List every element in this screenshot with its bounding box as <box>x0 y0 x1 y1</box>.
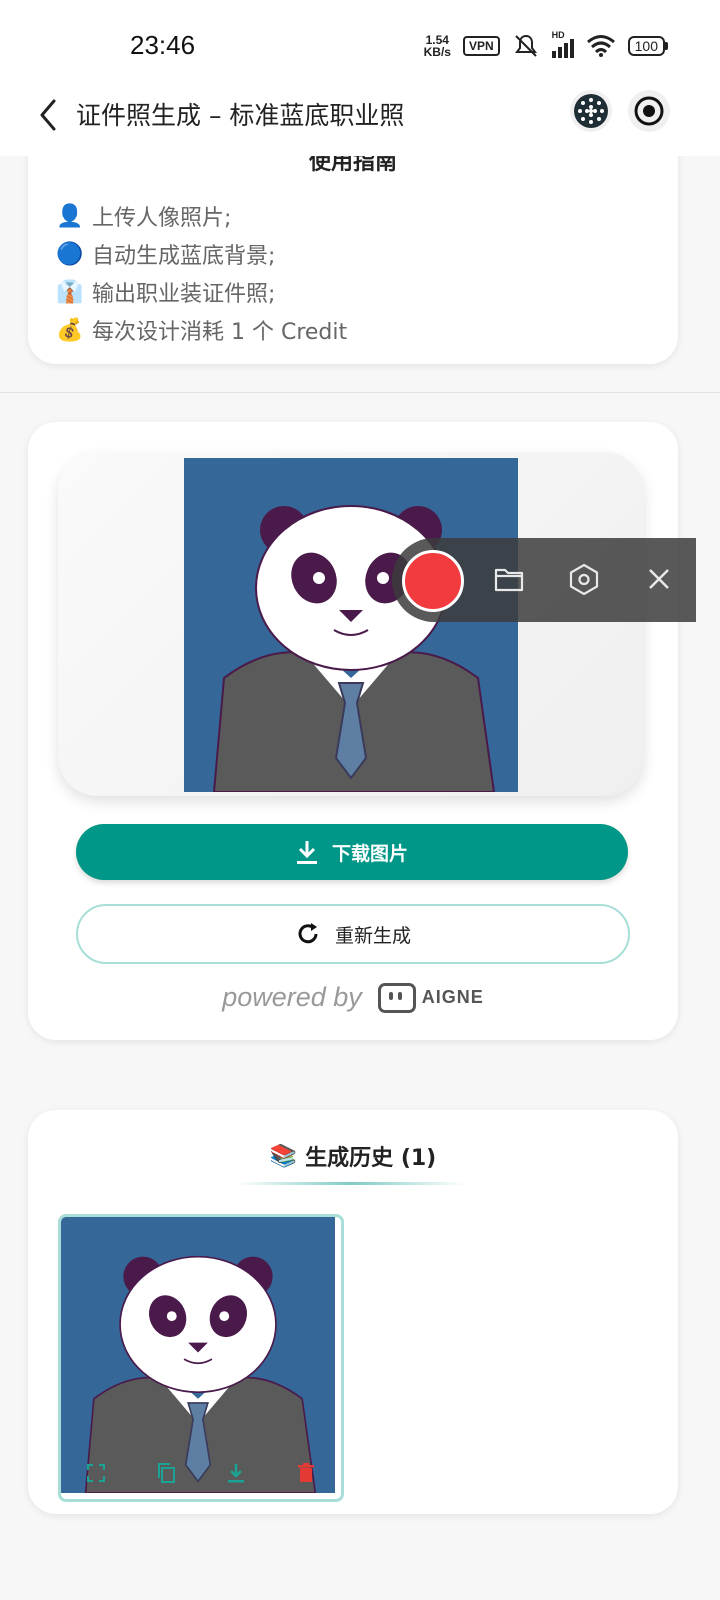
battery-level: 100 <box>627 36 665 56</box>
blue-circle-icon: 🔵 <box>56 241 84 267</box>
close-miniapp-button[interactable] <box>628 90 670 132</box>
folder-icon[interactable] <box>492 562 526 596</box>
target-icon <box>634 96 664 126</box>
network-speed-unit: KB/s <box>423 45 451 59</box>
guide-item-text: 每次设计消耗 1 个 Credit <box>92 320 348 345</box>
download-label: 下载图片 <box>331 842 408 865</box>
powered-by: powered by AIGNE <box>28 982 678 1013</box>
download-icon <box>296 841 317 864</box>
back-arrow-icon[interactable] <box>36 97 62 133</box>
panda-id-photo <box>184 458 518 792</box>
status-icons: 1.54 KB/s VPN HD 100 <box>424 30 668 59</box>
regenerate-button[interactable]: 重新生成 <box>76 904 630 964</box>
vpn-icon: VPN <box>462 36 500 56</box>
battery-icon: 100 <box>627 36 668 56</box>
delete-icon[interactable] <box>292 1459 320 1487</box>
header-overlay: 证件照生成 – 标准蓝底职业照 <box>0 90 720 156</box>
aigne-logo[interactable]: AIGNE <box>377 982 484 1013</box>
aigne-logo-text: AIGNE <box>421 987 484 1007</box>
history-actions <box>61 1459 341 1487</box>
guide-item: 👔 输出职业装证件照; <box>56 276 275 308</box>
history-card: 📚 生成历史 (1) <box>28 1110 678 1514</box>
history-title-text: 生成历史 (1) <box>305 1146 437 1171</box>
guide-card: 使用指南 👤 上传人像照片; 🔵 自动生成蓝底背景; 👔 输出职业装证件照; 💰… <box>28 120 678 364</box>
guide-item: 💰 每次设计消耗 1 个 Credit <box>56 314 347 346</box>
person-icon: 👤 <box>56 203 84 229</box>
money-bag-icon: 💰 <box>56 317 84 343</box>
photo-preview-frame <box>58 452 644 796</box>
copy-icon[interactable] <box>152 1459 180 1487</box>
panda-thumbnail <box>61 1217 335 1493</box>
refresh-icon <box>298 923 318 944</box>
section-divider <box>0 392 720 393</box>
guide-item-text: 输出职业装证件照; <box>92 282 276 307</box>
screen-recorder-toolbar <box>392 538 696 622</box>
status-time: 23:46 <box>130 30 196 60</box>
dots-grid-icon <box>574 94 608 128</box>
page-title: 证件照生成 – 标准蓝底职业照 <box>76 101 405 130</box>
record-button[interactable] <box>402 550 464 612</box>
books-icon: 📚 <box>269 1143 298 1169</box>
guide-item: 👤 上传人像照片; <box>56 200 231 232</box>
status-bar: 23:46 1.54 KB/s VPN HD 100 <box>0 0 720 90</box>
guide-item: 🔵 自动生成蓝底背景; <box>56 238 275 270</box>
download-image-button[interactable]: 下载图片 <box>76 824 628 880</box>
more-dots-button[interactable] <box>570 90 612 132</box>
guide-item-text: 上传人像照片; <box>92 206 232 231</box>
fullscreen-icon[interactable] <box>82 1459 110 1487</box>
signal-icon: HD <box>551 30 574 58</box>
history-title: 📚 生成历史 (1) <box>28 1140 678 1172</box>
wifi-icon <box>586 35 615 57</box>
result-card: 下载图片 重新生成 powered by AIGNE <box>28 422 678 1040</box>
network-speed: 1.54 KB/s <box>424 34 451 58</box>
history-underline <box>236 1182 466 1185</box>
aigne-logo-icon <box>377 982 416 1013</box>
guide-item-text: 自动生成蓝底背景; <box>92 244 276 269</box>
close-icon[interactable] <box>642 562 676 596</box>
download-icon[interactable] <box>222 1459 250 1487</box>
hd-label: HD <box>551 30 565 40</box>
powered-by-text: powered by <box>222 982 362 1012</box>
regenerate-label: 重新生成 <box>334 924 411 947</box>
history-item[interactable] <box>58 1214 344 1502</box>
mute-icon <box>514 34 537 57</box>
necktie-icon: 👔 <box>56 279 84 305</box>
settings-icon[interactable] <box>567 562 601 596</box>
